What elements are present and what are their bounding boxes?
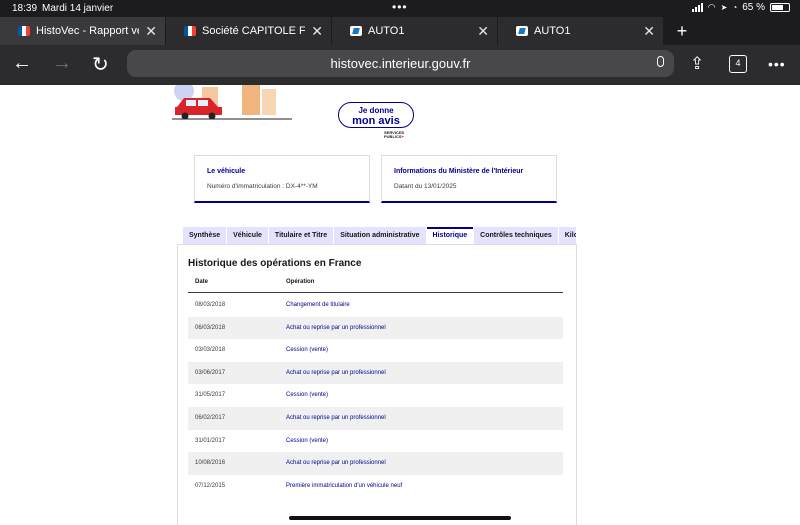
cellular-signal-icon <box>691 3 703 12</box>
browser-tab[interactable]: AUTO1 ✕ <box>498 17 664 45</box>
multitasking-dots-icon[interactable]: ••• <box>392 0 408 14</box>
row-date: 08/03/2018 <box>195 302 226 308</box>
table-row: 06/02/2017 Achat ou reprise par un profes… <box>188 406 563 430</box>
row-date: 10/08/2016 <box>195 460 226 467</box>
home-indicator[interactable] <box>289 516 511 520</box>
col-date: Date <box>195 279 209 285</box>
close-tab-icon[interactable]: ✕ <box>477 23 489 40</box>
table-row: 06/03/2018 Achat ou reprise par un profes… <box>188 316 563 340</box>
table-row: 07/12/2015 Première immatriculation d'un … <box>188 475 563 498</box>
table-row: 03/03/2018 Cession (vente) <box>188 339 563 362</box>
alarm-icon: ◔ <box>732 3 738 12</box>
close-tab-icon[interactable]: ✕ <box>311 23 323 40</box>
report-tabs: Synthèse Véhicule Titulaire et Titre Situat… <box>183 227 576 244</box>
row-date: 31/01/2017 <box>195 437 226 444</box>
browser-tab-title: AUTO1 <box>368 25 405 37</box>
address-bar[interactable]: histovec.interieur.gouv.fr <box>127 50 674 77</box>
history-table-body: 08/03/2018 Changement de titulaire 06/03/… <box>188 294 563 497</box>
feedback-line2: mon avis <box>352 115 400 127</box>
logo-line2: PUBLICS <box>384 134 402 139</box>
table-row: 03/06/2017 Achat ou reprise par un profes… <box>188 361 563 385</box>
tab-historique[interactable]: Historique <box>426 227 474 244</box>
vehicle-card-value: Numéro d'immatriculation : DX-4**-YM <box>207 183 318 190</box>
row-operation: Cession (vente) <box>286 437 329 444</box>
status-bar: 18:39 Mardi 14 janvier ••• ◠ ➤ ◔ 65 % <box>0 0 800 17</box>
url-text: histovec.interieur.gouv.fr <box>330 56 471 71</box>
ministry-card-title: Informations du Ministère de l'Intérieur <box>394 168 524 175</box>
row-operation: Première immatriculation d'un véhicule n… <box>286 482 403 489</box>
browser-tab-bar: HistoVec - Rapport vendeur ✕ Société CAP… <box>0 17 800 45</box>
back-arrow-icon[interactable]: ← <box>12 52 32 75</box>
row-date: 03/03/2018 <box>195 347 226 354</box>
new-tab-plus-icon[interactable]: + <box>668 17 696 45</box>
browser-tab-title: AUTO1 <box>534 25 571 37</box>
row-operation: Changement de titulaire <box>286 302 350 308</box>
reload-icon[interactable]: ↻ <box>92 52 109 77</box>
vehicle-card-title: Le véhicule <box>207 168 246 175</box>
col-operation: Opération <box>286 279 315 285</box>
tab-situation-administrative[interactable]: Situation administrative <box>334 227 426 244</box>
table-row: 08/03/2018 Changement de titulaire <box>188 294 563 317</box>
auto1-icon <box>516 26 528 36</box>
row-date: 03/06/2017 <box>195 369 226 376</box>
ministry-card-value: Datant du 13/01/2025 <box>394 183 457 190</box>
marianne-icon <box>184 26 196 36</box>
tab-kilometrage[interactable]: Kilométrage <box>558 227 576 244</box>
close-tab-icon[interactable]: ✕ <box>145 23 157 40</box>
tab-synthese[interactable]: Synthèse <box>183 227 227 244</box>
web-page: Je donne mon avis SERVICES PUBLICS+ Le v… <box>0 85 800 525</box>
battery-percent: 65 % <box>742 2 765 13</box>
row-operation: Achat ou reprise par un professionnel <box>286 324 386 331</box>
ministry-card: Informations du Ministère de l'Intérieur… <box>381 155 557 203</box>
history-table-header: Date Opération <box>188 274 563 293</box>
row-operation: Cession (vente) <box>286 347 329 354</box>
auto1-icon <box>350 26 362 36</box>
row-operation: Achat ou reprise par un professionnel <box>286 369 386 376</box>
tab-controles-techniques[interactable]: Contrôles techniques <box>474 227 558 244</box>
history-title: Historique des opérations en France <box>188 258 362 269</box>
status-date: Mardi 14 janvier <box>42 3 114 14</box>
status-time: 18:39 <box>12 3 38 14</box>
row-date: 07/12/2015 <box>195 482 226 489</box>
tab-count-button[interactable]: 4 <box>729 55 747 73</box>
services-publics-logo: SERVICES PUBLICS+ <box>384 130 405 139</box>
row-date: 31/05/2017 <box>195 392 226 399</box>
car-illustration <box>172 85 292 120</box>
browser-tab[interactable]: AUTO1 ✕ <box>332 17 498 45</box>
table-row: 10/08/2016 Achat ou reprise par un profes… <box>188 452 563 475</box>
wifi-icon: ◠ <box>707 2 716 12</box>
row-date: 06/03/2018 <box>195 324 226 331</box>
browser-tab[interactable]: HistoVec - Rapport vendeur ✕ <box>0 17 166 45</box>
battery-icon <box>770 3 790 12</box>
tab-vehicule[interactable]: Véhicule <box>227 227 268 244</box>
french-flag-icon <box>18 26 30 36</box>
table-row: 31/01/2017 Cession (vente) <box>188 430 563 453</box>
row-operation: Achat ou reprise par un professionnel <box>286 414 386 421</box>
row-operation: Cession (vente) <box>286 392 329 399</box>
browser-toolbar: ← → ↻ histovec.interieur.gouv.fr ⇪ 4 ••• <box>0 45 800 85</box>
browser-tab-title: HistoVec - Rapport vendeur <box>36 25 139 37</box>
table-row: 31/05/2017 Cession (vente) <box>188 384 563 407</box>
vehicle-card: Le véhicule Numéro d'immatriculation : D… <box>194 155 370 203</box>
feedback-button[interactable]: Je donne mon avis <box>338 102 414 128</box>
browser-tab-title: Société CAPITOLE FINANCE <box>202 25 306 37</box>
row-date: 06/02/2017 <box>195 414 226 421</box>
tab-titulaire[interactable]: Titulaire et Titre <box>268 227 334 244</box>
close-tab-icon[interactable]: ✕ <box>643 23 655 40</box>
forward-arrow-icon[interactable]: → <box>52 52 72 75</box>
more-options-icon[interactable]: ••• <box>768 56 786 72</box>
microphone-icon[interactable] <box>657 56 664 67</box>
share-icon[interactable]: ⇪ <box>690 54 704 74</box>
status-indicators: ◠ ➤ ◔ 65 % <box>691 2 790 13</box>
browser-tab[interactable]: Société CAPITOLE FINANCE ✕ <box>166 17 332 45</box>
location-icon: ➤ <box>720 3 728 12</box>
row-operation: Achat ou reprise par un professionnel <box>286 460 386 467</box>
